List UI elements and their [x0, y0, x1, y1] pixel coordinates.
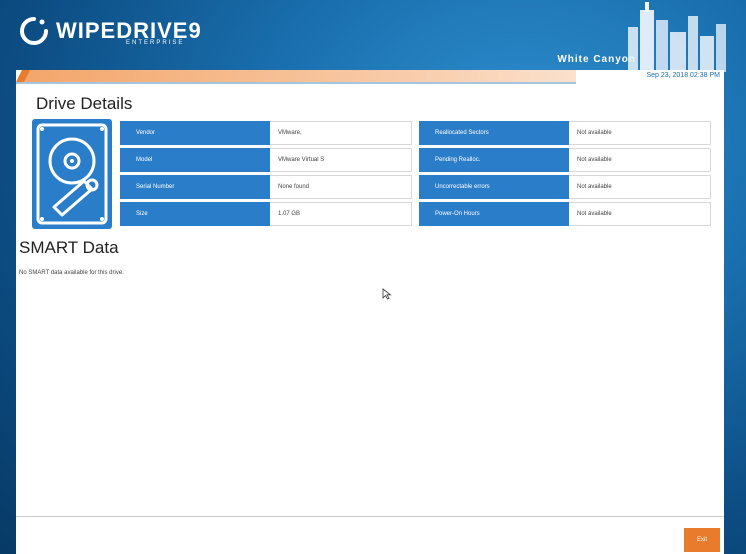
- brand-name: WIPEDRIVE9: [56, 18, 202, 43]
- drive-details-title: Drive Details: [36, 94, 133, 113]
- row-value: VMware,: [270, 121, 412, 145]
- main-panel: Sep 23, 2018 02:38 PM Drive Details Vend…: [16, 70, 724, 554]
- city-skyline-icon: [628, 2, 726, 72]
- datetime: Sep 23, 2018 02:38 PM: [646, 72, 720, 79]
- row-label: Pending Realloc.: [419, 148, 569, 172]
- header-accent-bar: [16, 70, 724, 84]
- row-label: Serial Number: [120, 175, 270, 199]
- row-value: 1.07 GB: [270, 202, 412, 226]
- brand-edition: ENTERPRISE: [126, 40, 185, 46]
- table-row: Model VMware Virtual S: [120, 148, 412, 172]
- smart-data-title: SMART Data: [19, 238, 119, 257]
- table-row: Pending Realloc. Not available: [419, 148, 711, 172]
- row-label: Power-On Hours: [419, 202, 569, 226]
- wipedrive-logo: WIPEDRIVE9 ENTERPRISE: [20, 17, 202, 46]
- table-row: Vendor VMware,: [120, 121, 412, 145]
- table-row: Reallocated Sectors Not available: [419, 121, 711, 145]
- smart-data-message: No SMART data available for this drive.: [19, 270, 124, 276]
- row-value: Not available: [569, 148, 711, 172]
- footer-divider: [16, 516, 724, 517]
- row-label: Size: [120, 202, 270, 226]
- row-value: Not available: [569, 202, 711, 226]
- row-label: Uncorrectable errors: [419, 175, 569, 199]
- table-row: Power-On Hours Not available: [419, 202, 711, 226]
- table-row: Serial Number None found: [120, 175, 412, 199]
- table-row: Uncorrectable errors Not available: [419, 175, 711, 199]
- row-value: Not available: [569, 121, 711, 145]
- drive-info-table-right: Reallocated Sectors Not available Pendin…: [419, 121, 711, 229]
- drive-info-table-left: Vendor VMware, Model VMware Virtual S Se…: [120, 121, 412, 229]
- row-value: Not available: [569, 175, 711, 199]
- row-label: Model: [120, 148, 270, 172]
- table-row: Size 1.07 GB: [120, 202, 412, 226]
- row-label: Reallocated Sectors: [419, 121, 569, 145]
- row-value: None found: [270, 175, 412, 199]
- hard-drive-icon: [32, 119, 112, 229]
- exit-button[interactable]: Exit: [684, 528, 720, 552]
- row-label: Vendor: [120, 121, 270, 145]
- logo-ring-icon: [20, 17, 48, 45]
- mouse-cursor-icon: [382, 288, 392, 300]
- row-value: VMware Virtual S: [270, 148, 412, 172]
